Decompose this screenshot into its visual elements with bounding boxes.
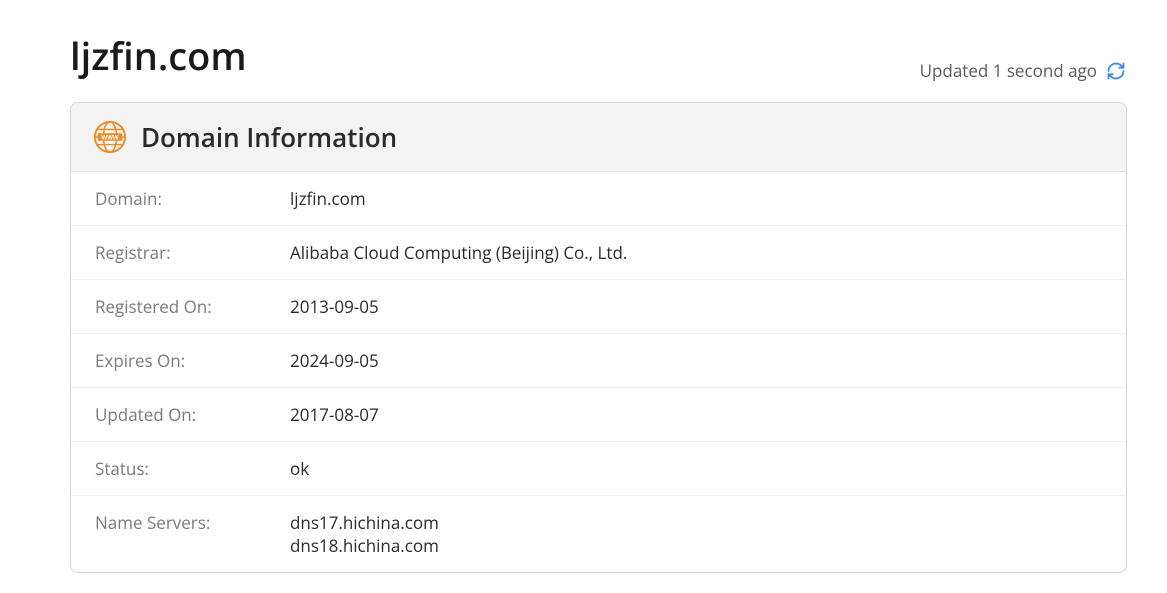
card-title: Domain Information — [141, 119, 397, 155]
info-value: dns17.hichina.com dns18.hichina.com — [290, 511, 439, 557]
updated-wrap: Updated 1 second ago — [920, 59, 1127, 82]
info-value: 2017-08-07 — [290, 403, 379, 426]
domain-info-card: WWW Domain Information Domain: ljzfin.co… — [70, 102, 1127, 573]
info-label: Status: — [95, 457, 290, 480]
info-row-registrar: Registrar: Alibaba Cloud Computing (Beij… — [71, 226, 1126, 280]
info-table: Domain: ljzfin.com Registrar: Alibaba Cl… — [71, 172, 1126, 572]
info-row-domain: Domain: ljzfin.com — [71, 172, 1126, 226]
info-row-registered-on: Registered On: 2013-09-05 — [71, 280, 1126, 334]
info-label: Registered On: — [95, 295, 290, 318]
info-value: ljzfin.com — [290, 187, 366, 210]
info-value: Alibaba Cloud Computing (Beijing) Co., L… — [290, 241, 627, 264]
info-label: Name Servers: — [95, 511, 290, 557]
info-row-name-servers: Name Servers: dns17.hichina.com dns18.hi… — [71, 496, 1126, 572]
info-label: Updated On: — [95, 403, 290, 426]
card-header: WWW Domain Information — [71, 103, 1126, 172]
refresh-icon[interactable] — [1105, 60, 1127, 82]
info-label: Domain: — [95, 187, 290, 210]
updated-timestamp: Updated 1 second ago — [920, 59, 1097, 82]
info-value: ok — [290, 457, 309, 480]
info-value: 2013-09-05 — [290, 295, 379, 318]
info-row-status: Status: ok — [71, 442, 1126, 496]
page-title: ljzfin.com — [70, 30, 247, 82]
www-icon: WWW — [93, 120, 127, 154]
info-row-updated-on: Updated On: 2017-08-07 — [71, 388, 1126, 442]
svg-text:WWW: WWW — [101, 134, 119, 141]
info-value: 2024-09-05 — [290, 349, 379, 372]
info-label: Expires On: — [95, 349, 290, 372]
info-row-expires-on: Expires On: 2024-09-05 — [71, 334, 1126, 388]
info-label: Registrar: — [95, 241, 290, 264]
